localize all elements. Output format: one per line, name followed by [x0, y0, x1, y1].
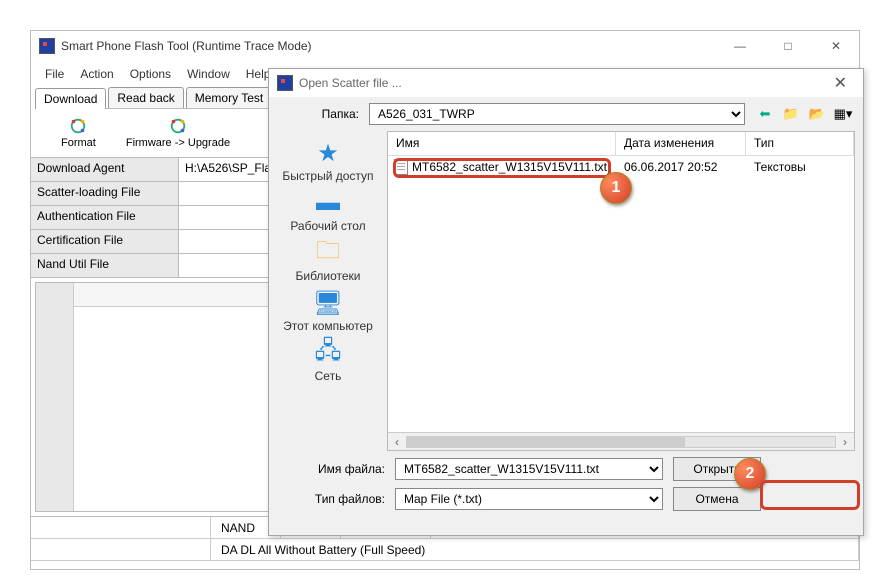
sidebar-libraries[interactable]: 🗀Библиотеки [295, 239, 360, 283]
close-button[interactable]: ✕ [821, 39, 851, 53]
pc-icon: 🖥 [311, 289, 345, 317]
view-icon[interactable]: ▦▾ [833, 104, 853, 124]
status2-mode: DA DL All Without Battery (Full Speed) [211, 539, 859, 560]
col-date[interactable]: Дата изменения [616, 132, 746, 155]
sidebar-thispc[interactable]: 🖥Этот компьютер [283, 289, 373, 333]
annotation-marker-1: 1 [600, 172, 632, 204]
format-button[interactable]: Format [61, 117, 96, 149]
dialog-bottom: Имя файла: MT6582_scatter_W1315V15V111.t… [269, 451, 863, 523]
dialog-titlebar: Open Scatter file ... ✕ [269, 69, 863, 97]
file-list-header: Имя Дата изменения Тип [388, 132, 854, 156]
dialog-close-button[interactable]: ✕ [826, 73, 855, 93]
filetype-select[interactable]: Map File (*.txt) [395, 488, 663, 510]
status-empty1 [31, 517, 211, 538]
cfg-nand-label: Nand Util File [31, 254, 179, 277]
col-type[interactable]: Тип [746, 132, 854, 155]
file-date: 06.06.2017 20:52 [616, 160, 746, 174]
horizontal-scrollbar[interactable]: ‹ › [388, 432, 854, 450]
annotation-marker-2: 2 [734, 458, 766, 490]
cfg-cert-label: Certification File [31, 230, 179, 253]
sidebar-quickaccess[interactable]: ★Быстрый доступ [282, 139, 373, 183]
dialog-title: Open Scatter file ... [299, 76, 826, 90]
tab-memorytest[interactable]: Memory Test [186, 87, 272, 108]
places-sidebar: ★Быстрый доступ ▬Рабочий стол 🗀Библиотек… [269, 131, 387, 451]
tab-download[interactable]: Download [35, 88, 106, 109]
file-type: Текстовы [746, 160, 854, 174]
upgrade-label: Firmware -> Upgrade [126, 137, 230, 149]
tab-readback[interactable]: Read back [108, 87, 183, 108]
scroll-left-icon[interactable]: ‹ [388, 435, 406, 449]
format-label: Format [61, 137, 96, 149]
window-title: Smart Phone Flash Tool (Runtime Trace Mo… [61, 39, 725, 53]
star-icon: ★ [311, 139, 345, 167]
folder-row: Папка: A526_031_TWRP ⬅ 📁 📂 ▦▾ [269, 97, 863, 131]
desktop-icon: ▬ [311, 189, 345, 217]
libraries-icon: 🗀 [311, 239, 345, 267]
scroll-right-icon[interactable]: › [836, 435, 854, 449]
sidebar-network[interactable]: 🖧Сеть [311, 339, 345, 383]
dialog-logo-icon [277, 75, 293, 91]
upgrade-icon [169, 117, 187, 135]
textfile-icon [394, 159, 408, 175]
folder-label: Папка: [279, 107, 359, 121]
menu-file[interactable]: File [39, 65, 70, 83]
status2-empty [31, 539, 211, 560]
format-icon [69, 117, 87, 135]
cfg-auth-label: Authentication File [31, 206, 179, 229]
file-name: MT6582_scatter_W1315V15V111.txt [412, 160, 607, 174]
menu-action[interactable]: Action [74, 65, 119, 83]
col-name[interactable]: Имя [388, 132, 616, 155]
filename-label: Имя файла: [279, 462, 385, 476]
cfg-download-agent-label: Download Agent [31, 158, 179, 181]
open-file-dialog: Open Scatter file ... ✕ Папка: A526_031_… [268, 68, 864, 536]
minimize-button[interactable]: — [725, 39, 755, 53]
filetype-label: Тип файлов: [279, 492, 385, 506]
folder-select[interactable]: A526_031_TWRP [369, 103, 745, 125]
upgrade-button[interactable]: Firmware -> Upgrade [126, 117, 230, 149]
app-logo-icon [39, 38, 55, 54]
filename-input[interactable]: MT6582_scatter_W1315V15V111.txt [395, 458, 663, 480]
new-folder-icon[interactable]: 📂 [807, 104, 827, 124]
menu-options[interactable]: Options [124, 65, 177, 83]
sidebar-desktop[interactable]: ▬Рабочий стол [290, 189, 365, 233]
back-icon[interactable]: ⬅ [755, 104, 775, 124]
menu-window[interactable]: Window [181, 65, 236, 83]
cfg-scatter-label: Scatter-loading File [31, 182, 179, 205]
maximize-button[interactable]: □ [773, 39, 803, 53]
titlebar: Smart Phone Flash Tool (Runtime Trace Mo… [31, 31, 859, 61]
cancel-button[interactable]: Отмена [673, 487, 761, 511]
network-icon: 🖧 [311, 339, 345, 367]
up-icon[interactable]: 📁 [781, 104, 801, 124]
